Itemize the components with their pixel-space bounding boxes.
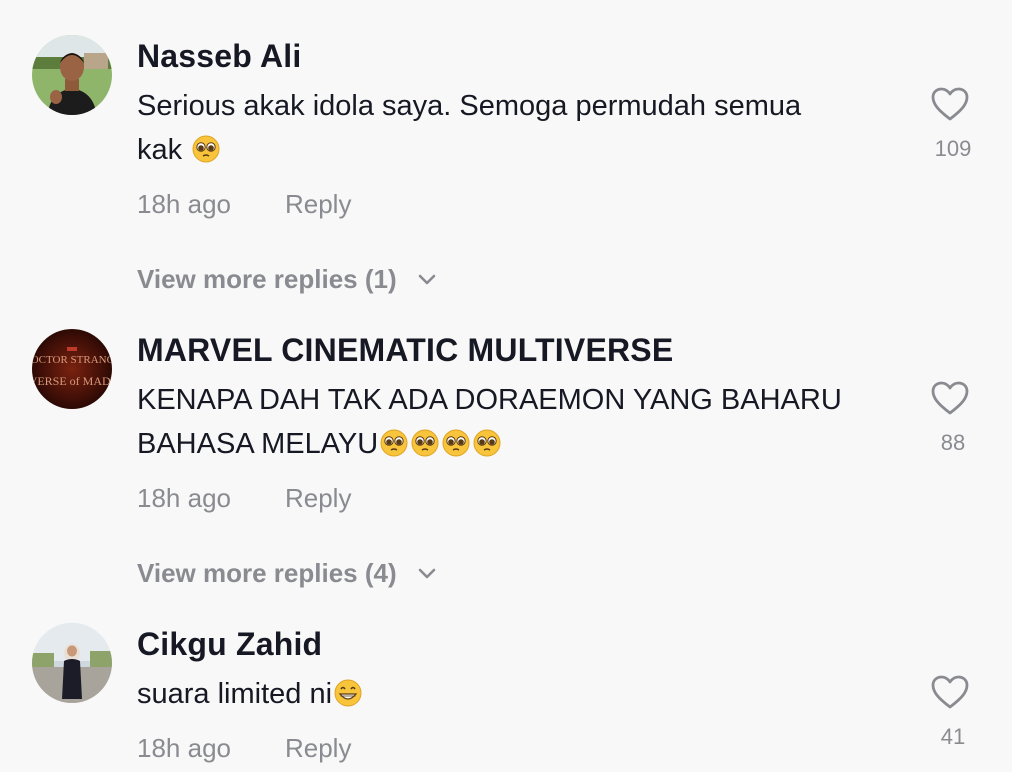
comment-username[interactable]: MARVEL CINEMATIC MULTIVERSE [137, 332, 673, 369]
avatar[interactable]: DOCTOR STRANGE IVERSE of MADN [32, 329, 112, 409]
comment-text-line: suara limited ni [137, 678, 333, 710]
pleading-face-emoji-icon [472, 428, 502, 458]
comment-text: Serious akak idola saya. Semoga permudah… [137, 84, 897, 172]
view-more-replies-button[interactable]: View more replies (4) [137, 556, 436, 589]
comment-time: 18h ago [137, 483, 231, 513]
comment-text-line: KENAPA DAH TAK ADA DORAEMON YANG BAHARU [137, 384, 842, 416]
pleading-face-emoji-icon [191, 134, 221, 164]
like-button[interactable] [928, 86, 972, 122]
view-more-replies-label: View more replies (4) [137, 558, 397, 588]
avatar[interactable] [32, 35, 112, 115]
profile-photo-icon [32, 623, 112, 703]
comment-list: Nasseb Ali Serious akak idola saya. Semo… [0, 0, 1012, 772]
heart-icon [931, 381, 969, 415]
reply-button[interactable]: Reply [285, 483, 351, 513]
chevron-down-icon [418, 556, 436, 587]
grinning-face-emoji-icon [333, 678, 363, 708]
comment-meta: 18h ago Reply [137, 189, 351, 220]
comment-time: 18h ago [137, 733, 231, 763]
like-count: 41 [940, 724, 966, 749]
view-more-replies-label: View more replies (1) [137, 264, 397, 294]
poster-icon: DOCTOR STRANGE IVERSE of MADN [32, 329, 112, 409]
pleading-face-emoji-icon [441, 428, 471, 458]
comment-text-line: Serious akak idola saya. Semoga permudah… [137, 90, 802, 122]
reply-button[interactable]: Reply [285, 189, 351, 219]
pleading-face-emoji-icon [379, 428, 409, 458]
poster-title-top: DOCTOR STRANGE [32, 354, 112, 366]
comment-username[interactable]: Nasseb Ali [137, 38, 301, 75]
poster-title-bottom: IVERSE of MADN [32, 374, 112, 388]
comment-text-line: kak [137, 134, 183, 166]
comment-text: KENAPA DAH TAK ADA DORAEMON YANG BAHARU … [137, 378, 897, 466]
comment-username[interactable]: Cikgu Zahid [137, 626, 322, 663]
view-more-replies-button[interactable]: View more replies (1) [137, 262, 436, 295]
comment-meta: 18h ago Reply [137, 733, 351, 764]
comment-meta: 18h ago Reply [137, 483, 351, 514]
chevron-down-icon [418, 262, 436, 293]
heart-icon [931, 87, 969, 121]
comment-text: suara limited ni [137, 672, 897, 716]
pleading-face-emoji-icon [410, 428, 440, 458]
like-button[interactable] [928, 674, 972, 710]
avatar[interactable] [32, 623, 112, 703]
profile-photo-icon [32, 35, 112, 115]
comment-text-line: BAHASA MELAYU [137, 428, 379, 460]
comment-time: 18h ago [137, 189, 231, 219]
like-count: 109 [934, 136, 972, 161]
like-button[interactable] [928, 380, 972, 416]
reply-button[interactable]: Reply [285, 733, 351, 763]
like-count: 88 [940, 430, 966, 455]
heart-icon [931, 675, 969, 709]
